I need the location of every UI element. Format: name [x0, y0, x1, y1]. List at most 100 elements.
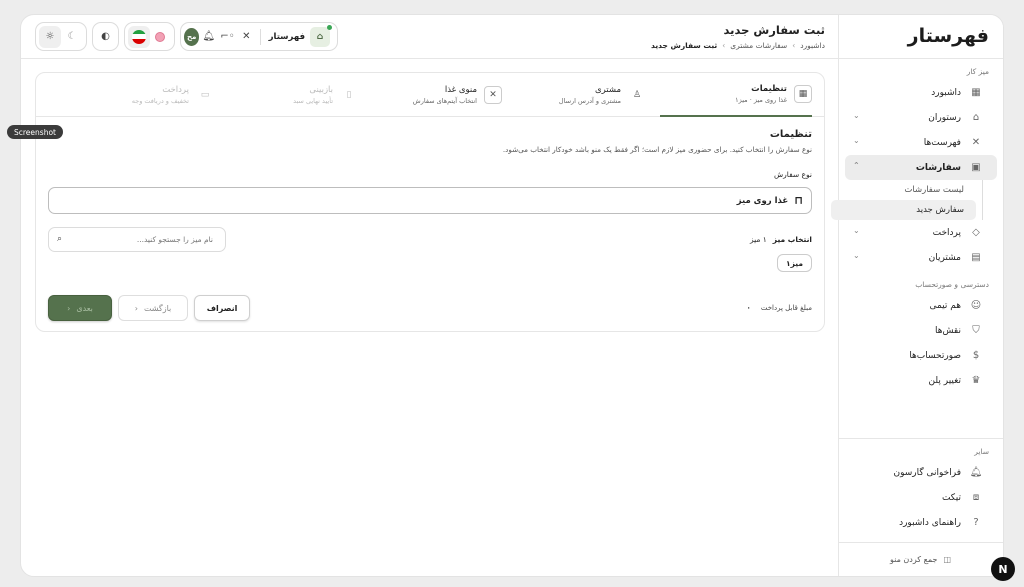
- card-icon: ▭: [200, 90, 210, 100]
- language-globe-button[interactable]: [150, 26, 172, 48]
- breadcrumb-dashboard[interactable]: داشبورد: [800, 41, 825, 50]
- order-type-select[interactable]: ⊓ غذا روی میز: [48, 187, 812, 214]
- online-dot: [327, 24, 333, 30]
- ticket-icon: ⧈: [972, 492, 980, 503]
- header-toolbar: مح 🔔︎ ⌐◦ ✕ ⌂ فهرستار: [180, 22, 338, 51]
- grid-icon: ▦: [794, 85, 812, 103]
- utensils-icon: ✕: [484, 86, 502, 104]
- app-frame: فهرستار میز کار ▦ داشبورد ⌂ رستوران ⌄ ✕ …: [20, 14, 1004, 577]
- moon-icon[interactable]: ☾: [61, 26, 83, 48]
- iran-flag-icon: [131, 29, 146, 44]
- utensils-icon: ✕: [971, 137, 981, 148]
- table-search-input[interactable]: [49, 235, 213, 244]
- utensils-icon[interactable]: ✕: [237, 26, 256, 48]
- avatar[interactable]: مح: [184, 27, 200, 46]
- table-chip[interactable]: میز۱: [777, 254, 812, 272]
- section-label-other: سایر: [974, 447, 989, 456]
- sidebar-item-teammates[interactable]: ☺ هم تیمی: [845, 293, 997, 318]
- help-icon: ?: [973, 517, 979, 528]
- sidebar: فهرستار میز کار ▦ داشبورد ⌂ رستوران ⌄ ✕ …: [831, 15, 1003, 576]
- crown-icon: ♛: [971, 375, 981, 386]
- sun-icon[interactable]: ☼: [39, 25, 61, 48]
- theme-switcher: ☼ ☾: [35, 22, 87, 51]
- settings-title: تنظیمات: [769, 129, 812, 140]
- sidebar-item-invoices[interactable]: $ صورتحساب‌ها: [845, 343, 997, 368]
- chevron-down-icon: ⌄: [853, 111, 860, 120]
- step-payment[interactable]: ▭ پرداخت تخفیف و دریافت وجه: [132, 73, 214, 117]
- sidebar-item-restaurant[interactable]: ⌂ رستوران ⌄: [845, 105, 997, 130]
- store-switcher[interactable]: ⌂ فهرستار: [265, 24, 334, 47]
- step-food-menu[interactable]: ✕ منوی غذا انتخاب آیتم‌های سفارش: [413, 73, 502, 117]
- table-select-row: انتخاب میز ۱ میز: [750, 235, 812, 244]
- sidebar-subitem-order-list[interactable]: لیست سفارشات: [831, 180, 976, 200]
- chevron-left-icon: ›: [722, 41, 726, 50]
- breadcrumb-customer-orders[interactable]: سفارشات مشتری: [730, 41, 787, 50]
- sidebar-item-customers[interactable]: ▤ مشتریان ⌄: [845, 245, 997, 270]
- step-settings[interactable]: ▦ تنظیمات غذا روی میز · میز۱: [660, 73, 812, 117]
- shield-icon: ⛉: [972, 325, 980, 336]
- screenshot-tooltip: Screenshot: [7, 125, 63, 139]
- n-badge[interactable]: N: [991, 557, 1015, 581]
- contact-icon: ▤: [971, 252, 981, 263]
- sidebar-item-help[interactable]: ? راهنمای داشبورد: [845, 510, 997, 535]
- next-button[interactable]: بعدی ‹: [48, 295, 112, 321]
- brand-logo[interactable]: فهرستار: [839, 15, 1003, 59]
- step-customer[interactable]: ♙ مشتری مشتری و آدرس ارسال: [559, 73, 646, 117]
- sidebar-item-dashboard[interactable]: ▦ داشبورد: [845, 80, 997, 105]
- bag-icon: ▣: [971, 162, 981, 173]
- step-review[interactable]: ▯ بازبینی تأیید نهایی سبد: [293, 73, 358, 117]
- palette-icon: ◐: [101, 31, 110, 42]
- bell-icon[interactable]: 🔔︎: [199, 26, 218, 48]
- sidebar-item-payment[interactable]: ◇ پرداخت ⌄: [845, 220, 997, 245]
- sidebar-item-menus[interactable]: ✕ فهرست‌ها ⌄: [845, 130, 997, 155]
- order-type-label: نوع سفارش: [774, 170, 812, 179]
- payable-amount: مبلغ قابل پرداخت ۰: [746, 304, 812, 312]
- chevron-down-icon: ⌄: [853, 251, 860, 260]
- cancel-button[interactable]: انصراف: [194, 295, 250, 321]
- store-icon: ⌂: [972, 112, 980, 123]
- sidebar-item-roles[interactable]: ⛉ نقش‌ها: [845, 318, 997, 343]
- sidebar-subitem-new-order[interactable]: سفارش جدید: [831, 200, 976, 220]
- tag-icon: ◇: [972, 227, 980, 238]
- collapse-menu-button[interactable]: ◫ جمع کردن منو: [839, 542, 1003, 576]
- chevron-left-icon: ›: [792, 41, 796, 50]
- sidebar-item-orders[interactable]: ▣ سفارشات ⌃: [845, 155, 997, 180]
- breadcrumb: داشبورد › سفارشات مشتری › ثبت سفارش جدید: [651, 41, 825, 50]
- section-label-workspace: میز کار: [966, 67, 989, 76]
- new-order-card: ▦ تنظیمات غذا روی میز · میز۱ ♙ مشتری مشتری…: [35, 72, 825, 332]
- orders-submenu: لیست سفارشات سفارش جدید: [831, 180, 983, 220]
- sidebar-collapse-icon: ◫: [943, 555, 951, 564]
- stepper: ▦ تنظیمات غذا روی میز · میز۱ ♙ مشتری مشتری…: [36, 73, 824, 117]
- users-icon: ☺: [970, 300, 982, 311]
- table-count: ۱ میز: [749, 235, 767, 244]
- grid-icon: ▦: [971, 87, 981, 98]
- settings-description: نوع سفارش را انتخاب کنید. برای حضوری میز…: [502, 145, 812, 154]
- sidebar-item-change-plan[interactable]: ♛ تغییر پلن: [845, 368, 997, 393]
- language-fa-button[interactable]: [128, 25, 150, 48]
- chevron-left-icon: ‹: [67, 303, 71, 313]
- palette-button[interactable]: ◐: [92, 22, 119, 51]
- chevron-left-icon: ‹: [134, 303, 138, 313]
- sidebar-item-call-waiter[interactable]: 🔔︎ فراخوانی گارسون: [845, 460, 997, 485]
- card-footer: مبلغ قابل پرداخت ۰ انصراف بازگشت ‹ بعدی …: [48, 295, 812, 322]
- table-icon: ⊓: [794, 194, 803, 207]
- table-search[interactable]: ⌕: [48, 227, 226, 252]
- settings-section: تنظیمات نوع سفارش را انتخاب کنید. برای ح…: [36, 117, 824, 272]
- invoice-icon: $: [972, 350, 980, 361]
- sidebar-item-ticket[interactable]: ⧈ تیکت: [845, 485, 997, 510]
- table-select-label: انتخاب میز: [772, 235, 812, 244]
- top-header: ثبت سفارش جدید داشبورد › سفارشات مشتری ›…: [21, 15, 839, 59]
- section-label-access: دسترسی و صورتحساب: [915, 280, 989, 289]
- clipboard-icon: ▯: [346, 90, 352, 100]
- search-icon: ⌕: [57, 234, 63, 244]
- chevron-up-icon: ⌃: [853, 161, 860, 170]
- sidebar-other-section: سایر 🔔︎ فراخوانی گارسون ⧈ تیکت ? راهنمای…: [839, 438, 1003, 535]
- globe-icon: [155, 31, 166, 42]
- back-button[interactable]: بازگشت ‹: [118, 295, 188, 321]
- user-icon: ♙: [632, 90, 642, 100]
- chevron-down-icon: ⌄: [853, 226, 860, 235]
- store-icon: ⌂: [310, 24, 333, 47]
- glasses-icon[interactable]: ⌐◦: [218, 26, 237, 48]
- breadcrumb-current: ثبت سفارش جدید: [651, 41, 718, 50]
- chevron-down-icon: ⌄: [853, 136, 860, 145]
